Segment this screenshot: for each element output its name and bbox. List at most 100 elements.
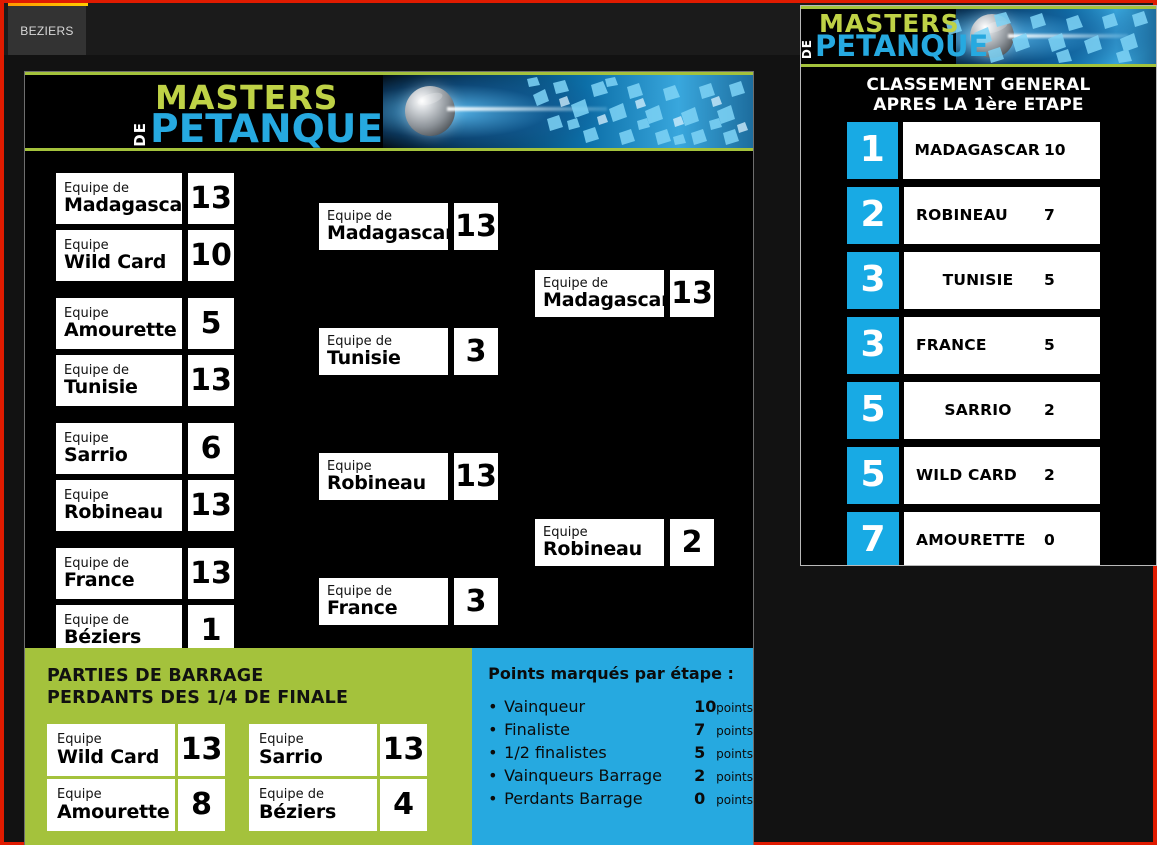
- browser-tab-beziers[interactable]: BEZIERS: [8, 6, 86, 55]
- points-row: • Vainqueur 10 points: [488, 697, 753, 716]
- score-cell: 4: [380, 778, 427, 831]
- ranking-row[interactable]: 7 AMOURETTE 0: [847, 511, 1100, 565]
- ranking-title-line1: CLASSEMENT GENERAL: [866, 75, 1091, 95]
- bracket-match-final-1[interactable]: Equipe de Madagascar 13: [533, 268, 716, 319]
- team-cell: Equipe Sarrio: [54, 421, 184, 476]
- rank-points: 5: [1044, 271, 1055, 290]
- bracket-match-r1-5[interactable]: Equipe Sarrio 6: [54, 421, 236, 476]
- points-title: Points marqués par étape :: [488, 664, 734, 683]
- rank-points: 0: [1044, 531, 1055, 550]
- score-cell: 2: [668, 517, 716, 568]
- team-prefix: Equipe: [64, 487, 109, 503]
- team-prefix: Equipe: [64, 237, 109, 253]
- bracket-match-r1-1[interactable]: Equipe de Madagascar 13: [54, 171, 236, 226]
- bottom-panels: PARTIES DE BARRAGE PERDANTS DES 1/4 DE F…: [25, 648, 753, 845]
- team-cell: Equipe Robineau: [317, 451, 450, 502]
- barrage-row: Equipe Sarrio 13: [249, 723, 427, 776]
- masters-logo: MASTERS DE PETANQUE: [801, 11, 988, 61]
- score-cell: 13: [178, 723, 225, 776]
- rank-points: 2: [1044, 401, 1055, 420]
- score-cell: 6: [186, 421, 236, 476]
- logo-petanque-text: PETANQUE: [150, 107, 384, 151]
- team-cell: Equipe Wild Card: [54, 228, 184, 283]
- team-name: Sarrio: [259, 745, 323, 768]
- team-prefix: Equipe: [259, 731, 304, 747]
- rank-body: MADAGASCAR 10: [902, 121, 1100, 179]
- team-cell: Equipe Robineau: [533, 517, 666, 568]
- rank-team-name: MADAGASCAR: [914, 141, 1040, 160]
- rank-team-name: ROBINEAU: [916, 206, 1008, 225]
- masters-logo: MASTERS DE PETANQUE: [131, 81, 384, 151]
- rank-points: 7: [1044, 206, 1055, 225]
- team-prefix: Equipe de: [327, 583, 392, 599]
- team-name: Tunisie: [327, 347, 401, 370]
- bracket-match-r1-3[interactable]: Equipe Amourette 5: [54, 296, 236, 351]
- team-cell: Equipe de Madagascar: [54, 171, 192, 226]
- bracket-match-sf-2a[interactable]: Equipe Robineau 13: [317, 451, 500, 502]
- barrage-match-2[interactable]: Equipe Sarrio 13 Equipe de Béziers 4: [249, 723, 427, 831]
- bracket-match-sf-1a[interactable]: Equipe de Madagascar 13: [317, 201, 500, 252]
- ranking-row[interactable]: 3 TUNISIE 5: [847, 251, 1100, 309]
- ranking-list: 1 MADAGASCAR 10 2 ROBINEAU 7 3 TUNISIE 5: [801, 121, 1156, 565]
- points-value: 0: [694, 789, 706, 808]
- team-cell: Equipe Amourette: [47, 778, 175, 831]
- points-value: 5: [694, 743, 706, 762]
- barrage-row: Equipe Amourette 8: [47, 778, 225, 831]
- general-ranking-panel: MASTERS DE PETANQUE CLASSEMENT GENERAL A…: [800, 5, 1157, 566]
- ranking-row[interactable]: 5 WILD CARD 2: [847, 446, 1100, 504]
- petanque-ball-icon: [405, 86, 455, 136]
- team-name: Madagascar: [327, 222, 455, 245]
- bracket-match-r1-2[interactable]: Equipe Wild Card 10: [54, 228, 236, 283]
- ranking-row[interactable]: 5 SARRIO 2: [847, 381, 1100, 439]
- ranking-row[interactable]: 1 MADAGASCAR 10: [847, 121, 1100, 179]
- ranking-row[interactable]: 2 ROBINEAU 7: [847, 186, 1100, 244]
- team-prefix: Equipe de: [543, 275, 608, 291]
- ranking-title-line2: APRES LA 1ère ETAPE: [873, 95, 1084, 116]
- bracket-match-sf-1b[interactable]: Equipe de Tunisie 3: [317, 326, 500, 377]
- points-label: Finaliste: [504, 720, 570, 739]
- points-row: • 1/2 finalistes 5 points: [488, 743, 753, 762]
- rank-points: 5: [1044, 336, 1055, 355]
- team-name: Amourette: [57, 800, 170, 823]
- team-name: Béziers: [64, 626, 142, 649]
- points-unit: points: [716, 724, 753, 738]
- points-value: 10: [694, 697, 717, 716]
- points-label: Vainqueur: [504, 697, 586, 716]
- team-name: Robineau: [543, 538, 642, 561]
- bracket-match-final-2[interactable]: Equipe Robineau 2: [533, 517, 716, 568]
- score-cell: 13: [668, 268, 716, 319]
- team-name: Robineau: [327, 472, 426, 495]
- page-root: BEZIERS MASTERS DE PETANQUE Equipe de Ma…: [0, 0, 1157, 845]
- team-cell: Equipe de Béziers: [249, 778, 377, 831]
- rank-body: SARRIO 2: [904, 381, 1100, 439]
- score-cell: 13: [186, 171, 236, 226]
- team-prefix: Equipe de: [64, 612, 129, 628]
- bracket-area: Equipe de Madagascar 13 Equipe Wild Card…: [25, 151, 753, 658]
- ranking-row[interactable]: 3 FRANCE 5: [847, 316, 1100, 374]
- bullet-icon: •: [488, 766, 498, 785]
- bracket-match-r1-6[interactable]: Equipe Robineau 13: [54, 478, 236, 533]
- rank-body: WILD CARD 2: [904, 446, 1100, 504]
- score-cell: 3: [452, 576, 500, 627]
- team-name: Wild Card: [64, 251, 167, 274]
- team-name: France: [64, 569, 135, 592]
- team-prefix: Equipe de: [327, 333, 392, 349]
- points-unit: points: [716, 770, 753, 784]
- team-cell: Equipe Sarrio: [249, 723, 377, 776]
- rank-position: 5: [847, 381, 899, 439]
- score-cell: 5: [186, 296, 236, 351]
- masters-banner: MASTERS DE PETANQUE: [25, 72, 753, 151]
- bracket-match-sf-2b[interactable]: Equipe de France 3: [317, 576, 500, 627]
- team-cell: Equipe Amourette: [54, 296, 184, 351]
- team-name: Sarrio: [64, 444, 128, 467]
- barrage-match-1[interactable]: Equipe Wild Card 13 Equipe Amourette 8: [47, 723, 225, 831]
- team-cell: Equipe Robineau: [54, 478, 184, 533]
- score-cell: 13: [186, 546, 236, 601]
- points-row: • Finaliste 7 points: [488, 720, 753, 739]
- bracket-match-r1-7[interactable]: Equipe de France 13: [54, 546, 236, 601]
- score-cell: 10: [186, 228, 236, 283]
- points-value: 7: [694, 720, 706, 739]
- team-prefix: Equipe de: [64, 180, 129, 196]
- bracket-match-r1-4[interactable]: Equipe de Tunisie 13: [54, 353, 236, 408]
- logo-petanque-text: PETANQUE: [815, 29, 989, 63]
